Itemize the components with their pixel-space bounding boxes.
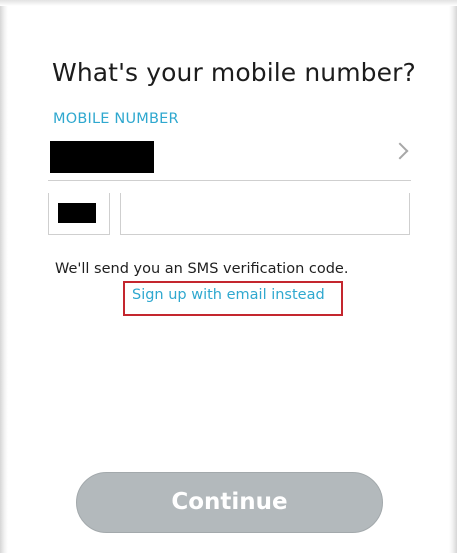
sms-verification-note: We'll send you an SMS verification code. — [55, 261, 349, 277]
phone-number-input[interactable] — [120, 193, 410, 235]
screen-edge-right — [449, 0, 457, 553]
country-selector[interactable] — [48, 134, 411, 181]
chevron-right-icon — [391, 142, 409, 160]
sign-up-with-email-link[interactable]: Sign up with email instead — [132, 285, 325, 305]
screen-edge-left — [0, 0, 8, 553]
dial-code-field[interactable] — [48, 193, 110, 235]
continue-button[interactable]: Continue — [76, 472, 383, 533]
dial-code-redacted — [58, 203, 96, 223]
country-name-redacted — [50, 141, 154, 173]
screen-edge-top — [0, 0, 457, 6]
page-title: What's your mobile number? — [52, 58, 416, 87]
mobile-number-label: MOBILE NUMBER — [53, 111, 179, 127]
